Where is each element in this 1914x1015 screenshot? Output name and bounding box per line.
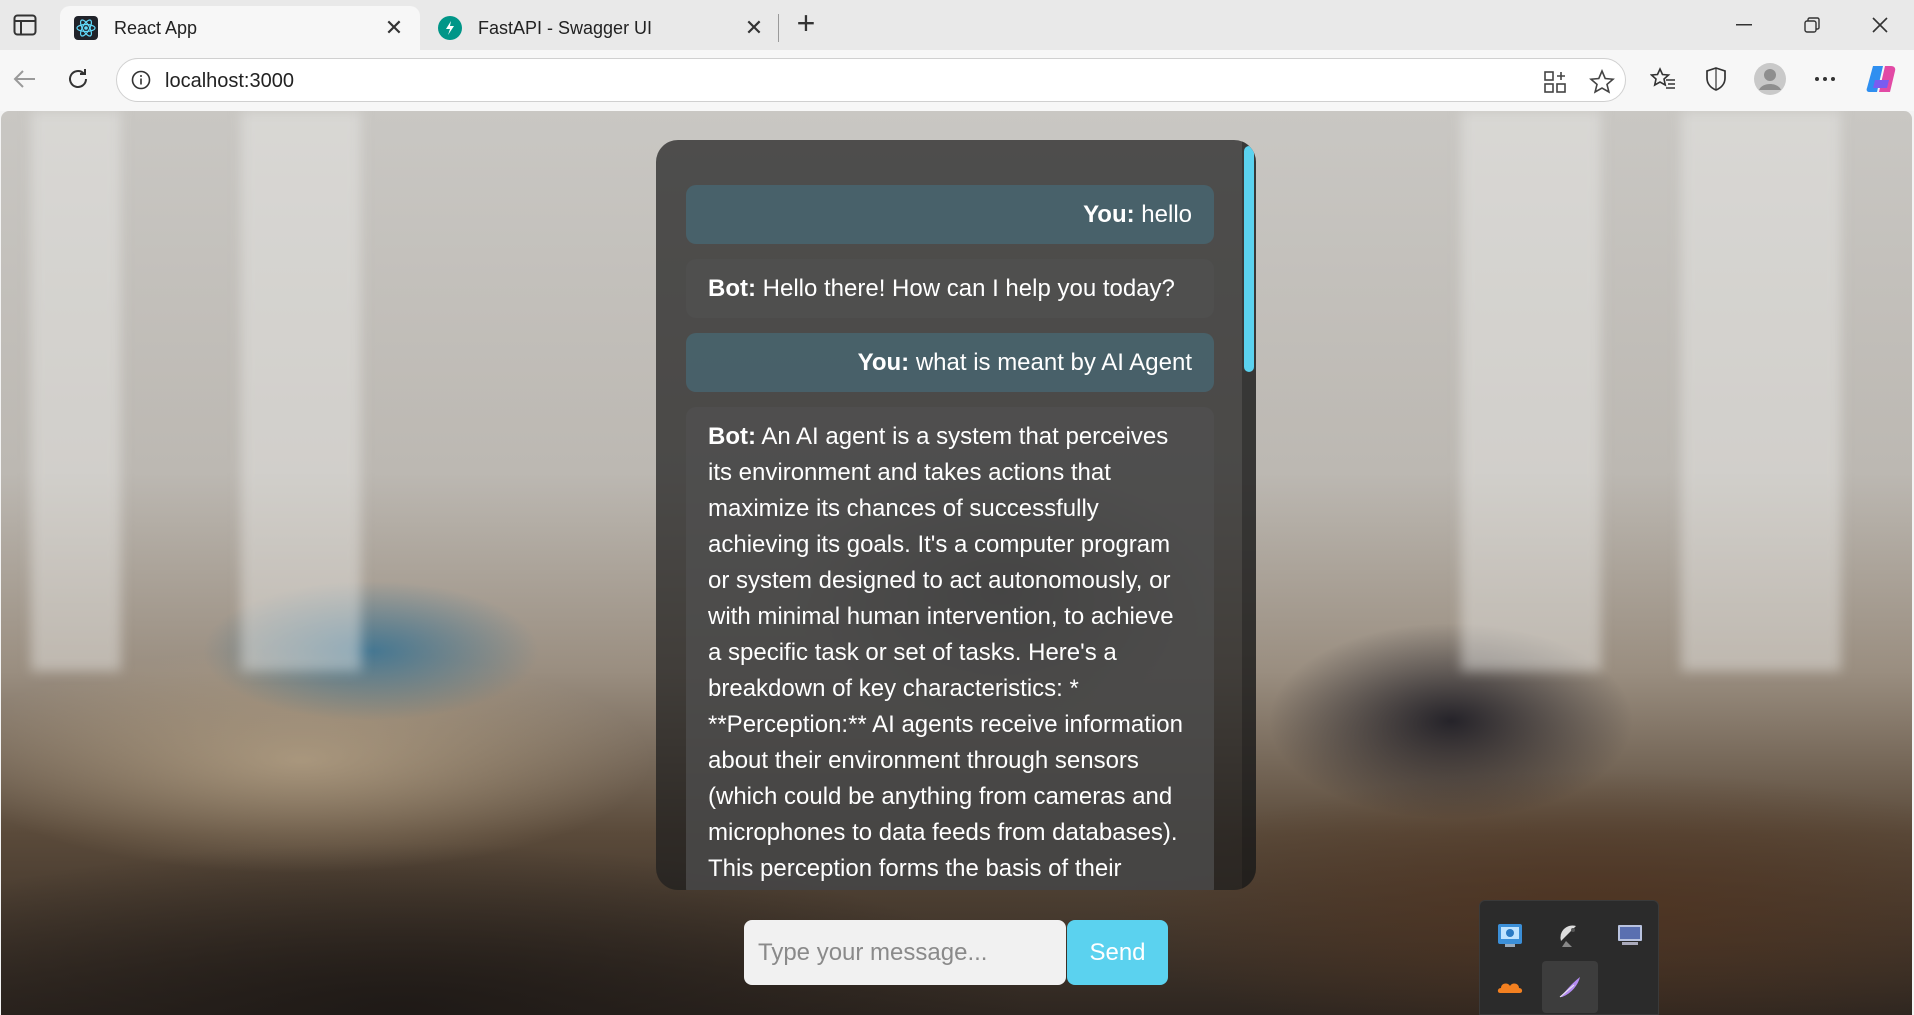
tab-title: FastAPI - Swagger UI bbox=[478, 17, 653, 38]
profile-avatar-icon[interactable] bbox=[1751, 60, 1789, 98]
tray-overflow-popup bbox=[1479, 900, 1659, 1015]
minimize-icon[interactable] bbox=[1716, 6, 1772, 44]
message-input[interactable] bbox=[744, 920, 1066, 985]
message-text: An AI agent is a system that perceives i… bbox=[708, 423, 1183, 882]
scrollbar-thumb[interactable] bbox=[1244, 146, 1254, 372]
tab-fastapi-swagger[interactable]: FastAPI - Swagger UI ✕ bbox=[424, 6, 780, 50]
back-arrow-icon[interactable] bbox=[6, 60, 44, 98]
sender-label: You: bbox=[857, 349, 910, 376]
display-monitor-icon[interactable] bbox=[1602, 909, 1658, 961]
browser-essentials-shield-icon[interactable] bbox=[1697, 60, 1735, 98]
react-logo-icon bbox=[74, 16, 98, 40]
chat-panel[interactable]: You: hello Bot: Hello there! How can I h… bbox=[656, 140, 1256, 890]
browser-toolbar bbox=[0, 50, 1914, 111]
satellite-dish-icon[interactable] bbox=[1542, 909, 1598, 961]
scrollbar-track[interactable] bbox=[1242, 140, 1256, 890]
tab-divider bbox=[778, 14, 779, 42]
refresh-icon[interactable] bbox=[59, 60, 97, 98]
background-blind bbox=[1681, 111, 1841, 671]
message-list: You: hello Bot: Hello there! How can I h… bbox=[686, 185, 1214, 890]
tab-react-app[interactable]: React App ✕ bbox=[60, 6, 420, 50]
close-tab-icon[interactable]: ✕ bbox=[382, 15, 406, 41]
sender-label: Bot: bbox=[708, 423, 756, 450]
app-available-icon[interactable] bbox=[1541, 68, 1569, 96]
site-info-icon[interactable] bbox=[131, 70, 151, 95]
new-tab-icon[interactable]: + bbox=[790, 7, 822, 40]
restore-icon[interactable] bbox=[1784, 6, 1840, 44]
message-text: Hello there! How can I help you today? bbox=[755, 275, 1175, 302]
bot-message: Bot: Hello there! How can I help you tod… bbox=[686, 259, 1214, 318]
address-bar[interactable] bbox=[116, 58, 1626, 102]
sender-label: You: bbox=[1083, 201, 1135, 228]
send-button[interactable]: Send bbox=[1067, 920, 1168, 985]
tab-actions-icon[interactable] bbox=[12, 12, 38, 38]
copilot-icon[interactable] bbox=[1862, 60, 1900, 98]
tab-strip: React App ✕ FastAPI - Swagger UI ✕ + bbox=[0, 0, 1914, 50]
sender-label: Bot: bbox=[708, 275, 756, 302]
message-text: what is meant by AI Agent bbox=[909, 349, 1192, 376]
background-blind bbox=[241, 111, 361, 671]
url-input[interactable] bbox=[165, 70, 1465, 93]
favorites-icon[interactable] bbox=[1644, 60, 1682, 98]
cloudflare-cloud-icon[interactable] bbox=[1482, 961, 1538, 1013]
user-message: You: hello bbox=[686, 185, 1214, 244]
network-app-icon[interactable] bbox=[1482, 909, 1538, 961]
feather-pen-icon[interactable] bbox=[1542, 961, 1598, 1013]
more-options-icon[interactable] bbox=[1806, 60, 1844, 98]
close-tab-icon[interactable]: ✕ bbox=[742, 15, 766, 41]
page-viewport: You: hello Bot: Hello there! How can I h… bbox=[1, 111, 1912, 1015]
bot-message: Bot: An AI agent is a system that percei… bbox=[686, 407, 1214, 890]
background-blind bbox=[1461, 111, 1601, 671]
tab-title: React App bbox=[114, 17, 198, 38]
close-window-icon[interactable] bbox=[1852, 6, 1908, 44]
favorite-star-icon[interactable] bbox=[1588, 68, 1616, 96]
fastapi-logo-icon bbox=[438, 16, 462, 40]
user-message: You: what is meant by AI Agent bbox=[686, 333, 1214, 392]
message-text: hello bbox=[1134, 201, 1192, 228]
background-blind bbox=[31, 111, 121, 671]
